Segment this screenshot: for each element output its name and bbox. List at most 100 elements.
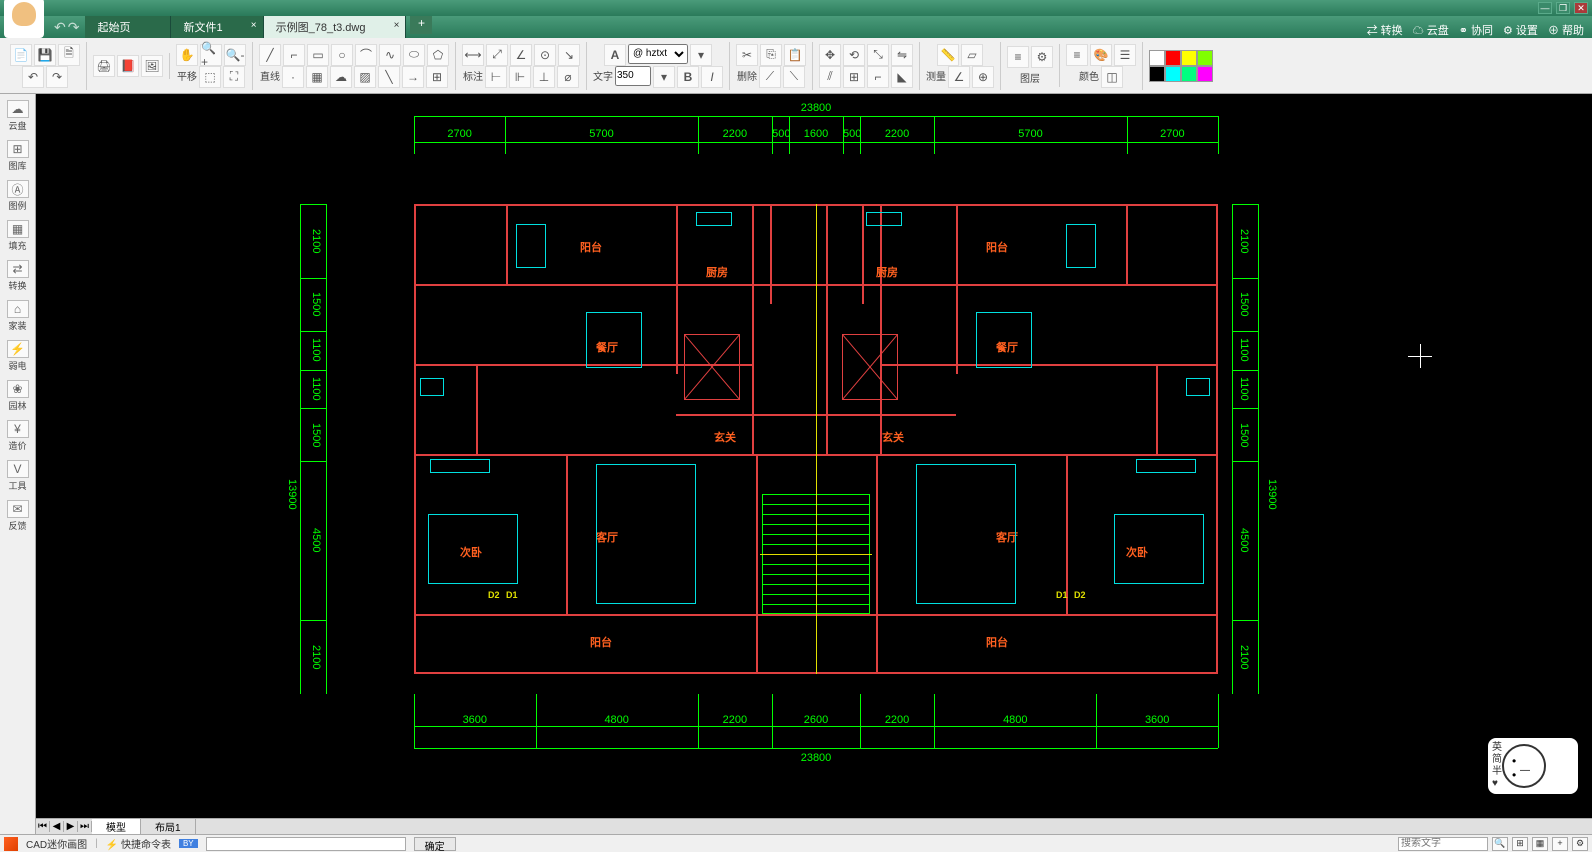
save-button[interactable]: 💾 <box>34 44 56 66</box>
region-button[interactable]: ▨ <box>354 66 376 88</box>
block-button[interactable]: ◫ <box>1101 66 1123 88</box>
color-swatch[interactable] <box>1197 50 1213 66</box>
status-grid-toggle[interactable]: ▦ <box>1532 837 1548 851</box>
export-pdf-button[interactable]: 📕 <box>117 55 139 77</box>
table-button[interactable]: ⊞ <box>426 66 448 88</box>
paste-button[interactable]: 📋 <box>784 44 806 66</box>
tab-close-icon[interactable]: × <box>394 20 400 31</box>
italic-button[interactable]: I <box>701 66 723 88</box>
menu-help[interactable]: ⊕ 帮助 <box>1548 22 1584 38</box>
size-dropdown-icon[interactable]: ▾ <box>653 66 675 88</box>
new-file-button[interactable]: 📄 <box>10 44 32 66</box>
side-price[interactable]: ¥造价 <box>2 418 34 454</box>
color-swatch[interactable] <box>1149 50 1165 66</box>
ime-helper[interactable]: 英 简 半 ♥ <box>1488 738 1578 794</box>
side-feedback[interactable]: ✉反馈 <box>2 498 34 534</box>
construction-line-button[interactable]: ╲ <box>378 66 400 88</box>
minimize-button[interactable]: — <box>1538 2 1552 14</box>
tab-close-icon[interactable]: × <box>251 20 257 31</box>
hotkey-link[interactable]: ⚡ 快捷命令表 <box>106 836 171 851</box>
zoom-extent-button[interactable]: ⛶ <box>223 66 245 88</box>
offset-button[interactable]: ⫽ <box>819 66 841 88</box>
polygon-button[interactable]: ⬠ <box>427 44 449 66</box>
nav-forward-icon[interactable]: ↷ <box>68 19 80 36</box>
redo-button[interactable]: ↷ <box>46 66 68 88</box>
zoom-window-button[interactable]: ⬚ <box>199 66 221 88</box>
status-add-button[interactable]: + <box>1552 837 1568 851</box>
search-input[interactable] <box>1398 837 1488 851</box>
dim-diameter-button[interactable]: ⌀ <box>557 66 579 88</box>
line-button[interactable]: ╱ <box>259 44 281 66</box>
color-swatch[interactable] <box>1165 66 1181 82</box>
menu-collab[interactable]: ⚭ 协同 <box>1459 22 1493 38</box>
measure-area-button[interactable]: ▱ <box>961 44 983 66</box>
font-dropdown-icon[interactable]: ▾ <box>690 44 712 66</box>
rotate-button[interactable]: ⟲ <box>843 44 865 66</box>
status-settings-button[interactable]: ⚙ <box>1572 837 1588 851</box>
scale-button[interactable]: ⤡ <box>867 44 889 66</box>
text-button[interactable]: A <box>604 44 626 66</box>
search-button[interactable]: 🔍 <box>1492 837 1508 851</box>
nav-back-icon[interactable]: ↶ <box>54 19 66 36</box>
dim-leader-button[interactable]: ↘ <box>558 44 580 66</box>
layout-tab-model[interactable]: 模型 <box>92 819 141 834</box>
layout-first-button[interactable]: ⏮ <box>36 821 50 832</box>
user-avatar-icon[interactable] <box>4 0 44 38</box>
color-swatch[interactable] <box>1149 66 1165 82</box>
rect-button[interactable]: ▭ <box>307 44 329 66</box>
dim-angular-button[interactable]: ∠ <box>510 44 532 66</box>
layer-prop-button[interactable]: ⚙ <box>1031 46 1053 68</box>
dim-radius-button[interactable]: ⊙ <box>534 44 556 66</box>
side-elec[interactable]: ⚡弱电 <box>2 338 34 374</box>
mirror-button[interactable]: ⇋ <box>891 44 913 66</box>
measure-dist-button[interactable]: 📏 <box>937 44 959 66</box>
point-button[interactable]: · <box>282 66 304 88</box>
arc-button[interactable]: ⌒ <box>355 44 377 66</box>
layout-last-button[interactable]: ⏭ <box>78 821 92 832</box>
tab-start[interactable]: 起始页 <box>85 16 171 38</box>
color-swatch[interactable] <box>1197 66 1213 82</box>
side-fill[interactable]: ▦填充 <box>2 218 34 254</box>
side-cloud[interactable]: ☁云盘 <box>2 98 34 134</box>
zoom-out-button[interactable]: 🔍- <box>224 44 246 66</box>
lineweight-button[interactable]: ☰ <box>1114 44 1136 66</box>
layout-next-button[interactable]: ▶ <box>64 821 78 832</box>
zoom-in-button[interactable]: 🔍+ <box>200 44 222 66</box>
dim-ordinate-button[interactable]: ⊥ <box>533 66 555 88</box>
side-tools[interactable]: V工具 <box>2 458 34 494</box>
layout-tab-layout1[interactable]: 布局1 <box>141 819 196 834</box>
tab-file1[interactable]: 新文件1× <box>171 16 263 38</box>
layout-prev-button[interactable]: ◀ <box>50 821 64 832</box>
export-image-button[interactable]: 🖼 <box>141 55 163 77</box>
side-legend[interactable]: Ⓐ图例 <box>2 178 34 214</box>
fillet-button[interactable]: ⌐ <box>867 66 889 88</box>
chamfer-button[interactable]: ◣ <box>891 66 913 88</box>
bold-button[interactable]: B <box>677 66 699 88</box>
measure-id-button[interactable]: ⊕ <box>972 66 994 88</box>
dim-linear-button[interactable]: ⟷ <box>462 44 484 66</box>
color-swatch[interactable] <box>1165 50 1181 66</box>
pan-button[interactable]: ✋ <box>176 44 198 66</box>
new-tab-button[interactable]: + <box>410 16 432 34</box>
color-swatch[interactable] <box>1181 50 1197 66</box>
dim-continue-button[interactable]: ⊢ <box>485 66 507 88</box>
cloud-button[interactable]: ☁ <box>330 66 352 88</box>
undo-button[interactable]: ↶ <box>22 66 44 88</box>
side-library[interactable]: ⊞图库 <box>2 138 34 174</box>
menu-settings[interactable]: ⚙ 设置 <box>1503 22 1538 38</box>
text-size-input[interactable] <box>615 66 651 86</box>
dim-baseline-button[interactable]: ⊩ <box>509 66 531 88</box>
ellipse-button[interactable]: ⬭ <box>403 44 425 66</box>
circle-button[interactable]: ○ <box>331 44 353 66</box>
tab-active-file[interactable]: 示例图_78_t3.dwg× <box>264 16 407 38</box>
save-as-button[interactable]: 🗎 <box>58 44 80 66</box>
move-button[interactable]: ✥ <box>819 44 841 66</box>
close-button[interactable]: ✕ <box>1574 2 1588 14</box>
trim-button[interactable]: ⟋ <box>759 66 781 88</box>
side-convert[interactable]: ⇄转换 <box>2 258 34 294</box>
polyline-button[interactable]: ⌐ <box>283 44 305 66</box>
drawing-canvas[interactable]: 23800 2700570022005001600500220057002700… <box>36 94 1592 834</box>
menu-cloud[interactable]: ☁ 云盘 <box>1413 22 1449 38</box>
font-select[interactable]: @ hztxt <box>628 44 688 64</box>
spline-button[interactable]: ∿ <box>379 44 401 66</box>
